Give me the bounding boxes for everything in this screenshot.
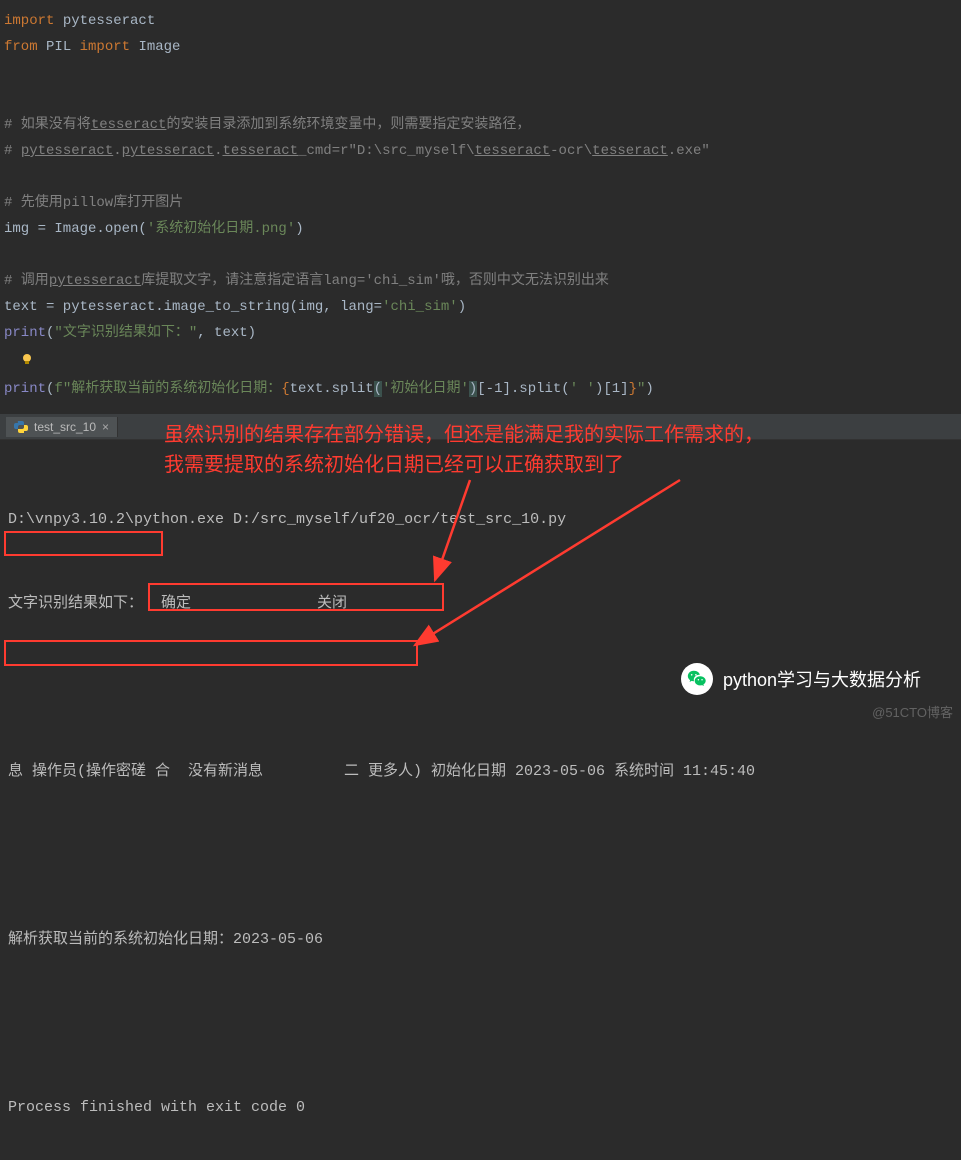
code-line: print(f"解析获取当前的系统初始化日期：{text.split('初始化日…: [4, 376, 957, 402]
code-line: img = Image.open('系统初始化日期.png'): [4, 216, 957, 242]
code-line: # 如果没有将tesseract的安装目录添加到系统环境变量中，则需要指定安装路…: [4, 112, 957, 138]
watermark-brand-text: python学习与大数据分析: [723, 666, 921, 692]
python-file-icon: [14, 420, 28, 434]
tab-test-src-10[interactable]: test_src_10 ×: [6, 417, 118, 437]
code-line: # 先使用pillow库打开图片: [4, 190, 957, 216]
code-line: import pytesseract: [4, 8, 957, 34]
watermark-site: @51CTO博客: [872, 702, 953, 721]
code-line: # pytesseract.pytesseract.tesseract_cmd=…: [4, 138, 957, 164]
console-output[interactable]: D:\vnpy3.10.2\python.exe D:/src_myself/u…: [0, 440, 961, 1160]
code-line: from PIL import Image: [4, 34, 957, 60]
code-line: # 调用pytesseract库提取文字，请注意指定语言lang='chi_si…: [4, 268, 957, 294]
console-line: Process finished with exit code 0: [8, 1094, 953, 1122]
console-line: D:\vnpy3.10.2\python.exe D:/src_myself/u…: [8, 506, 953, 534]
code-editor[interactable]: import pytesseract from PIL import Image…: [0, 0, 961, 410]
close-icon[interactable]: ×: [102, 420, 109, 434]
lightbulb-icon: [20, 350, 34, 364]
watermark-brand: python学习与大数据分析: [681, 663, 921, 695]
console-line: 解析获取当前的系统初始化日期：2023-05-06: [8, 926, 953, 954]
console-line: 息 操作员(操作密磋 合 没有新消息 二 更多人) 初始化日期 2023-05-…: [8, 758, 953, 786]
console-line: 文字识别结果如下： 确定 关闭: [8, 590, 953, 618]
annotation-text: 虽然识别的结果存在部分错误，但还是能满足我的实际工作需求的， 我需要提取的系统初…: [164, 420, 764, 480]
code-line: print("文字识别结果如下：", text): [4, 320, 957, 346]
code-line: text = pytesseract.image_to_string(img, …: [4, 294, 957, 320]
wechat-icon: [681, 663, 713, 695]
tab-label: test_src_10: [34, 420, 96, 434]
lightbulb-hint[interactable]: [4, 346, 957, 376]
